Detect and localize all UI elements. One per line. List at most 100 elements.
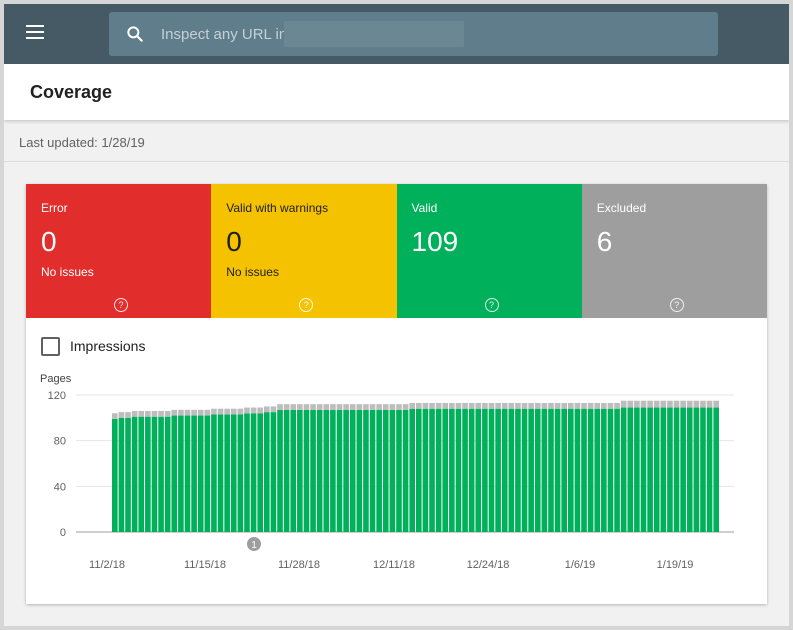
menu-icon[interactable] [26, 25, 48, 43]
bar-valid [667, 407, 673, 532]
tile-excluded-value: 6 [596, 226, 613, 257]
bar-excluded [568, 402, 574, 409]
y-tick-label: 0 [60, 527, 66, 539]
bar-valid [693, 407, 700, 532]
bar-excluded [660, 400, 667, 408]
bar-excluded [297, 404, 303, 410]
bar-valid [112, 418, 118, 532]
bar-valid [521, 408, 528, 532]
last-updated: Last updated: 1/28/19 [19, 135, 145, 150]
bar-excluded [369, 404, 376, 410]
bar-excluded [680, 400, 686, 408]
search-icon [127, 26, 143, 42]
bar-valid [250, 413, 257, 532]
bar-excluded [264, 406, 270, 413]
bar-valid [369, 409, 376, 532]
impressions-checkbox[interactable] [41, 336, 60, 356]
bar-valid [389, 409, 396, 532]
bar-valid [482, 408, 488, 532]
redacted-url [284, 21, 464, 47]
bar-valid [548, 408, 554, 532]
y-tick-label: 80 [54, 436, 66, 448]
bar-valid [488, 408, 495, 532]
tile-error[interactable]: Error 0 No issues ? [26, 184, 212, 318]
tile-excluded[interactable]: Excluded 6 ? [581, 184, 767, 318]
bar-excluded [191, 409, 197, 416]
bar-valid [508, 408, 515, 532]
impressions-label: Impressions [70, 338, 146, 354]
bar-valid [541, 408, 548, 532]
bar-excluded [171, 409, 178, 416]
bar-valid [561, 408, 567, 532]
bar-excluded [257, 407, 263, 414]
tile-warnings[interactable]: Valid with warnings 0 No issues ? [211, 184, 397, 318]
bar-valid [462, 408, 468, 532]
bar-valid [534, 408, 541, 532]
bar-excluded [521, 402, 528, 409]
bar-valid [211, 414, 217, 532]
bar-excluded [303, 404, 310, 410]
bar-valid [627, 407, 634, 532]
bar-valid [158, 416, 164, 532]
bar-excluded [244, 407, 250, 414]
bar-excluded [667, 400, 673, 408]
bar-excluded [501, 402, 508, 409]
bar-excluded [356, 404, 363, 410]
bar-excluded [706, 400, 713, 408]
help-icon[interactable]: ? [299, 298, 314, 312]
bar-valid [554, 408, 561, 532]
bar-valid [145, 416, 151, 532]
bar-valid [700, 407, 706, 532]
bar-excluded [614, 402, 620, 409]
bar-valid [376, 409, 382, 532]
x-tick-label: 11/28/18 [278, 559, 320, 571]
status-tiles: Error 0 No issues ? Valid with warnings … [26, 184, 767, 318]
bar-valid [230, 414, 237, 532]
x-tick-label: 1/6/19 [565, 559, 596, 571]
bar-valid [244, 413, 250, 532]
bar-valid [356, 409, 363, 532]
bar-excluded [700, 400, 706, 408]
bar-valid [429, 408, 435, 532]
bar-excluded [158, 410, 164, 417]
bar-excluded [224, 408, 230, 415]
bar-excluded [594, 402, 601, 409]
bar-valid [594, 408, 601, 532]
bar-valid [468, 408, 475, 532]
bar-valid [660, 407, 667, 532]
bar-excluded [145, 410, 151, 417]
help-icon[interactable]: ? [669, 298, 684, 312]
bar-valid [336, 409, 343, 532]
bar-excluded [402, 404, 409, 410]
coverage-chart: Pages 0 40 80 120 11/2/18 11/15/18 11/28/18 12/1… [40, 374, 734, 571]
bar-excluded [647, 400, 653, 408]
bar-valid [118, 417, 125, 532]
tile-valid[interactable]: Valid 109 ? [396, 184, 582, 318]
bar-excluded [230, 408, 237, 415]
bar-excluded [581, 402, 587, 409]
bar-excluded [396, 404, 402, 410]
bar-excluded [515, 402, 521, 409]
bar-excluded [363, 404, 369, 410]
search-input[interactable]: Inspect any URL in [109, 12, 718, 56]
bar-excluded [495, 402, 501, 409]
bar-valid [270, 412, 277, 532]
bar-valid [237, 414, 244, 532]
x-tick-label: 12/11/18 [373, 559, 415, 571]
bar-valid [151, 416, 158, 532]
bar-excluded [601, 402, 607, 409]
impressions-toggle[interactable]: Impressions [41, 336, 145, 356]
bar-excluded [561, 402, 567, 409]
help-icon[interactable]: ? [114, 298, 128, 312]
bar-excluded [376, 404, 382, 410]
bar-valid [310, 409, 316, 532]
bar-excluded [197, 409, 204, 416]
help-icon[interactable]: ? [484, 298, 499, 312]
tile-valid-label: Valid [411, 201, 438, 215]
bar-valid [330, 409, 336, 532]
bar-excluded [627, 400, 634, 408]
divider [4, 161, 789, 162]
bar-valid [647, 407, 653, 532]
bar-excluded [422, 402, 429, 409]
tile-warnings-label: Valid with warnings [226, 201, 329, 215]
